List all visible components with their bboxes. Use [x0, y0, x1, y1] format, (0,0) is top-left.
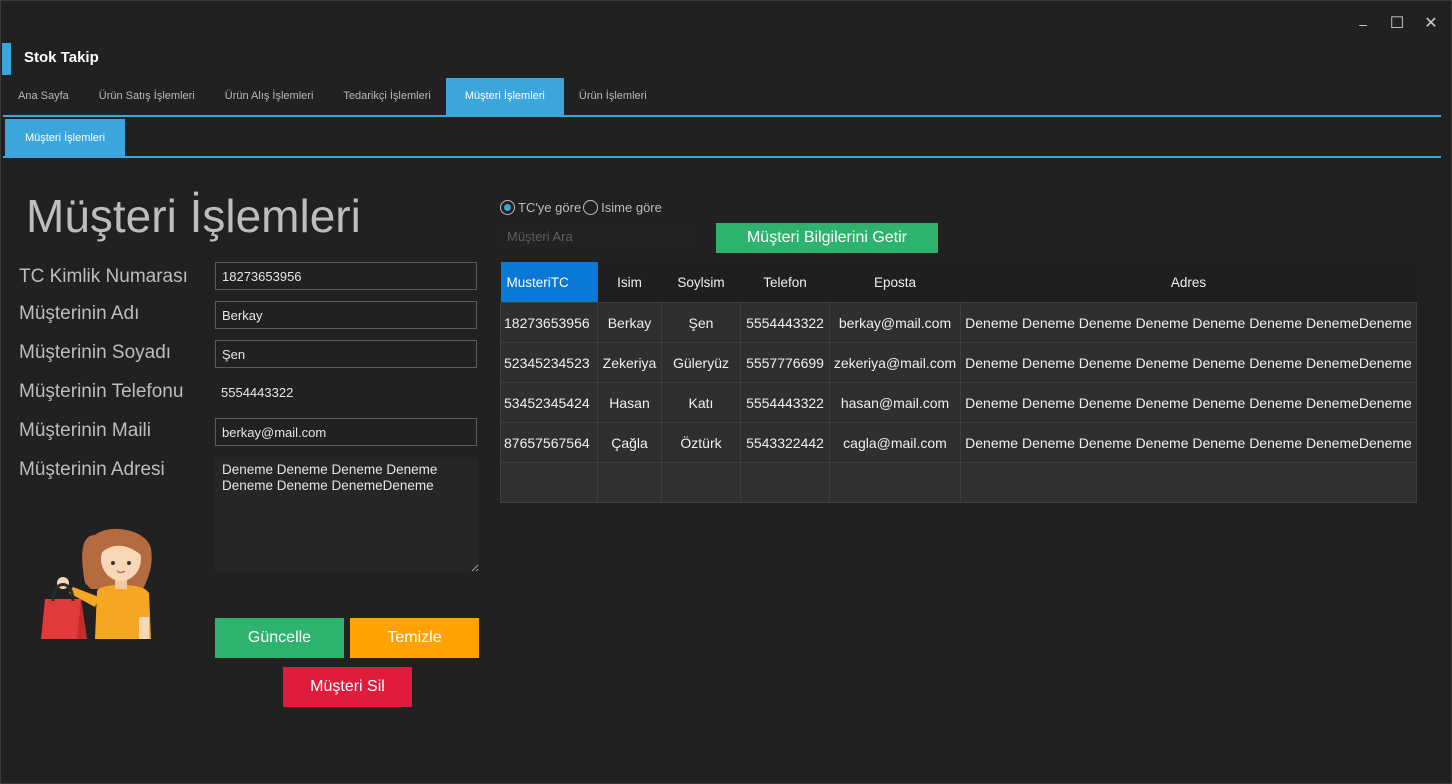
surname-field[interactable] [215, 340, 477, 368]
name-label: Müşterinin Adı [19, 303, 140, 324]
tab-ana-sayfa[interactable]: Ana Sayfa [3, 78, 84, 115]
cell-tc[interactable]: 87657567564 [500, 422, 598, 463]
cell-tc[interactable]: 52345234523 [500, 342, 598, 383]
column-header-musteritc[interactable]: MusteriTC [500, 262, 598, 303]
window-controls: – ☐ ✕ [1355, 13, 1439, 35]
table-row[interactable]: 18273653956 Berkay Şen 5554443322 berkay… [500, 302, 1417, 343]
cell-name[interactable]: Hasan [597, 382, 662, 423]
table-row[interactable]: 53452345424 Hasan Katı 5554443322 hasan@… [500, 382, 1417, 423]
address-label: Müşterinin Adresi [19, 459, 165, 480]
radio-by-name-label[interactable]: Isime göre [601, 200, 662, 215]
fetch-customer-button[interactable]: Müşteri Bilgilerini Getir [716, 223, 938, 253]
empty-cell[interactable] [960, 462, 1417, 503]
column-header-eposta[interactable]: Eposta [829, 262, 961, 303]
column-header-soyisim[interactable]: Soylsim [661, 262, 741, 303]
tab-divider [3, 115, 1441, 117]
cell-name[interactable]: Çağla [597, 422, 662, 463]
cell-tc[interactable]: 53452345424 [500, 382, 598, 423]
radio-by-tc[interactable] [500, 200, 515, 215]
app-window: – ☐ ✕ Stok Takip Ana Sayfa Ürün Satış İş… [0, 0, 1452, 784]
tab-urun[interactable]: Ürün İşlemleri [564, 78, 662, 115]
address-field[interactable]: Deneme Deneme Deneme Deneme Deneme Denem… [215, 457, 479, 572]
clear-button[interactable]: Temizle [350, 618, 479, 658]
cell-address[interactable]: Deneme Deneme Deneme Deneme Deneme Denem… [960, 302, 1417, 343]
subtab-musteri[interactable]: Müşteri İşlemleri [5, 119, 125, 157]
name-field[interactable] [215, 301, 477, 329]
mail-label: Müşterinin Maili [19, 420, 151, 441]
page-title: Müşteri İşlemleri [26, 190, 361, 242]
empty-cell[interactable] [740, 462, 830, 503]
cell-email[interactable]: cagla@mail.com [829, 422, 961, 463]
phone-label: Müşterinin Telefonu [19, 381, 184, 402]
empty-cell[interactable] [597, 462, 662, 503]
cell-name[interactable]: Berkay [597, 302, 662, 343]
tab-urun-alis[interactable]: Ürün Alış İşlemleri [210, 78, 329, 115]
radio-by-name[interactable] [583, 200, 599, 215]
cell-surname[interactable]: Öztürk [661, 422, 741, 463]
column-header-isim[interactable]: Isim [597, 262, 662, 303]
column-header-adres[interactable]: Adres [960, 262, 1417, 303]
search-mode-group: TC'ye göre Isime göre [500, 200, 664, 215]
table-header-row: MusteriTC Isim Soylsim Telefon Eposta Ad… [500, 262, 1417, 303]
maximize-icon[interactable]: ☐ [1389, 13, 1405, 35]
cell-address[interactable]: Deneme Deneme Deneme Deneme Deneme Denem… [960, 422, 1417, 463]
empty-cell[interactable] [500, 462, 598, 503]
column-header-telefon[interactable]: Telefon [740, 262, 830, 303]
app-title: Stok Takip [24, 49, 99, 66]
cell-name[interactable]: Zekeriya [597, 342, 662, 383]
update-button[interactable]: Güncelle [215, 618, 344, 658]
phone-field[interactable] [215, 378, 477, 406]
empty-cell[interactable] [829, 462, 961, 503]
tab-musteri[interactable]: Müşteri İşlemleri [445, 78, 564, 115]
radio-by-tc-label[interactable]: TC'ye göre [518, 200, 581, 215]
table-new-row[interactable] [500, 462, 1417, 503]
cell-email[interactable]: hasan@mail.com [829, 382, 961, 423]
subtab-divider [3, 156, 1441, 158]
table-row[interactable]: 52345234523 Zekeriya Güleryüz 5557776699… [500, 342, 1417, 383]
tab-urun-satis[interactable]: Ürün Satış İşlemleri [84, 78, 210, 115]
cell-phone[interactable]: 5554443322 [740, 302, 830, 343]
customer-shopping-illustration [41, 528, 152, 639]
tab-tedarikci[interactable]: Tedarikçi İşlemleri [328, 78, 445, 115]
close-icon[interactable]: ✕ [1423, 13, 1439, 35]
cell-surname[interactable]: Güleryüz [661, 342, 741, 383]
tc-label: TC Kimlik Numarası [19, 266, 188, 287]
cell-phone[interactable]: 5554443322 [740, 382, 830, 423]
customer-table: MusteriTC Isim Soylsim Telefon Eposta Ad… [500, 262, 1417, 503]
cell-address[interactable]: Deneme Deneme Deneme Deneme Deneme Denem… [960, 342, 1417, 383]
cell-phone[interactable]: 5557776699 [740, 342, 830, 383]
cell-email[interactable]: berkay@mail.com [829, 302, 961, 343]
table-row[interactable]: 87657567564 Çağla Öztürk 5543322442 cagl… [500, 422, 1417, 463]
delete-customer-button[interactable]: Müşteri Sil [283, 667, 412, 707]
mail-field[interactable] [215, 418, 477, 446]
surname-label: Müşterinin Soyadı [19, 342, 172, 363]
cell-surname[interactable]: Katı [661, 382, 741, 423]
cell-email[interactable]: zekeriya@mail.com [829, 342, 961, 383]
customer-search-input[interactable] [500, 224, 694, 248]
tc-field[interactable] [215, 262, 477, 290]
cell-phone[interactable]: 5543322442 [740, 422, 830, 463]
cell-surname[interactable]: Şen [661, 302, 741, 343]
cell-address[interactable]: Deneme Deneme Deneme Deneme Deneme Denem… [960, 382, 1417, 423]
empty-cell[interactable] [661, 462, 741, 503]
title-accent-bar [2, 43, 11, 75]
main-tabs: Ana Sayfa Ürün Satış İşlemleri Ürün Alış… [3, 78, 662, 115]
cell-tc[interactable]: 18273653956 [500, 302, 598, 343]
minimize-icon[interactable]: – [1355, 13, 1371, 35]
